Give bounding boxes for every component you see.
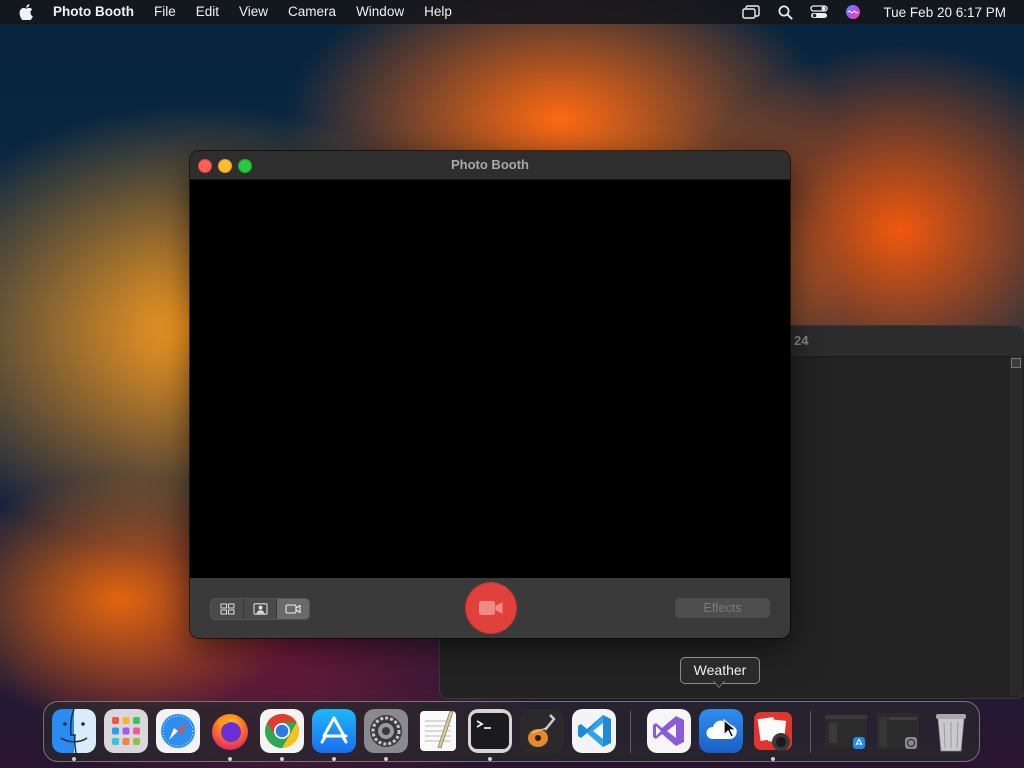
record-button[interactable] <box>465 582 517 634</box>
dock-divider <box>630 711 631 753</box>
photo-booth-window: Photo Booth Effects <box>190 151 790 638</box>
control-center-icon[interactable] <box>809 4 829 20</box>
garageband-icon[interactable] <box>520 709 564 753</box>
running-indicator <box>332 757 336 761</box>
zoom-button[interactable] <box>238 159 252 173</box>
photo-booth-icon[interactable] <box>751 709 795 753</box>
dock <box>43 701 980 762</box>
single-photo-mode-button[interactable] <box>243 599 276 619</box>
running-indicator <box>771 757 775 761</box>
mouse-cursor-icon <box>723 718 738 739</box>
close-button[interactable] <box>198 159 212 173</box>
video-mode-button[interactable] <box>276 599 309 619</box>
chrome-icon[interactable] <box>260 709 304 753</box>
running-indicator <box>488 757 492 761</box>
minimized-window-icon[interactable] <box>875 709 919 753</box>
menu-help[interactable]: Help <box>414 0 462 24</box>
effects-button[interactable]: Effects <box>675 598 770 618</box>
portrait-icon <box>252 603 268 615</box>
running-indicator <box>280 757 284 761</box>
app-store-icon[interactable] <box>312 709 356 753</box>
tooltip-arrow-fill <box>714 681 724 687</box>
grid-icon <box>220 603 234 615</box>
video-camera-icon <box>479 601 503 615</box>
photo-booth-titlebar[interactable]: Photo Booth <box>190 151 790 180</box>
launchpad-icon[interactable] <box>104 709 148 753</box>
camera-preview <box>190 180 790 578</box>
running-indicator <box>384 757 388 761</box>
visual-studio-icon[interactable] <box>647 709 691 753</box>
photo-booth-toolbar: Effects <box>190 578 790 638</box>
menu-window[interactable]: Window <box>346 0 414 24</box>
dock-divider <box>810 711 811 753</box>
safari-icon[interactable] <box>156 709 200 753</box>
terminal-icon[interactable] <box>468 709 512 753</box>
running-indicator <box>228 757 232 761</box>
menu-bar: Photo Booth File Edit View Camera Window… <box>0 0 1024 24</box>
background-window-scroll-button[interactable] <box>1011 358 1021 368</box>
siri-icon[interactable] <box>843 4 863 20</box>
menu-camera[interactable]: Camera <box>278 0 346 24</box>
menu-file[interactable]: File <box>144 0 186 24</box>
four-up-mode-button[interactable] <box>211 599 243 619</box>
finder-icon[interactable] <box>52 709 96 753</box>
menu-view[interactable]: View <box>229 0 278 24</box>
trash-icon[interactable] <box>929 709 973 753</box>
search-icon[interactable] <box>775 4 795 20</box>
running-indicator <box>72 757 76 761</box>
window-title: Photo Booth <box>451 157 529 172</box>
menu-edit[interactable]: Edit <box>186 0 229 24</box>
firefox-icon[interactable] <box>208 709 252 753</box>
settings-gear-icon[interactable] <box>364 709 408 753</box>
background-window-scrollbar[interactable] <box>1010 356 1022 696</box>
dock-tooltip: Weather <box>680 657 760 684</box>
vscode-icon[interactable] <box>572 709 616 753</box>
desktop: Photo Booth File Edit View Camera Window… <box>0 0 1024 768</box>
menu-clock[interactable]: Tue Feb 20 6:17 PM <box>883 5 1006 20</box>
minimize-button[interactable] <box>218 159 232 173</box>
screen-mirroring-icon[interactable] <box>741 4 761 20</box>
capture-mode-selector <box>210 598 310 620</box>
menu-app-name[interactable]: Photo Booth <box>53 0 144 24</box>
video-camera-icon <box>285 604 301 614</box>
textedit-icon[interactable] <box>416 709 460 753</box>
background-window-title: 24 <box>794 333 809 348</box>
minimized-window-icon[interactable] <box>823 709 867 753</box>
apple-menu-icon[interactable] <box>19 4 33 20</box>
